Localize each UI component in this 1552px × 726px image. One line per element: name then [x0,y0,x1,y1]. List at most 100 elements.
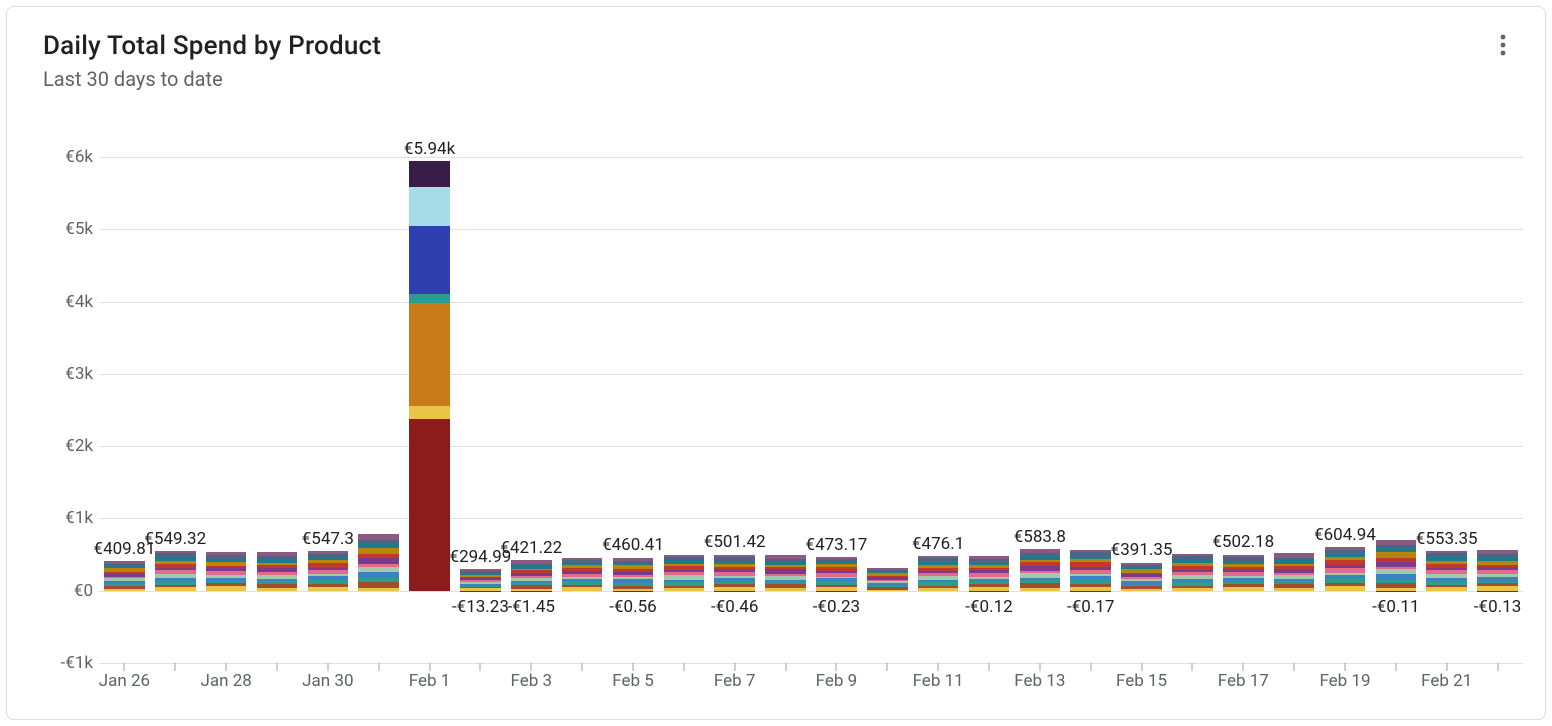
bar-top-label: €409.81 [94,539,156,559]
bar-column: €5.94k [404,157,455,663]
bar-positive-stack[interactable] [765,555,806,591]
bar-negative-stack[interactable] [1477,591,1518,592]
bar-column: €391.35 [1116,157,1167,663]
bar-column: €476.1 [913,157,964,663]
bar-bottom-label: -€0.12 [965,597,1012,617]
titles: Daily Total Spend by Product Last 30 day… [43,31,381,91]
bar-segment [409,294,450,303]
bar-top-label: €473.17 [806,535,868,555]
bar-positive-stack[interactable] [918,556,959,590]
bar-positive-stack[interactable] [155,551,196,591]
bar-segment [918,588,959,591]
x-tick-label: Feb 5 [612,671,654,691]
chart-subtitle: Last 30 days to date [43,67,381,91]
y-tick-label: €4k [65,292,93,312]
bar-segment [460,591,501,592]
bar-negative-stack[interactable] [460,591,501,592]
bar-segment [562,587,603,590]
bar-bottom-label: -€13.23 [452,597,509,617]
x-tick-label: Feb 3 [511,671,553,691]
bar-positive-stack[interactable] [613,557,654,590]
bar-negative-stack[interactable] [714,591,755,592]
bar-segment [765,588,806,590]
bar-negative-stack[interactable] [1376,591,1417,592]
bar-top-label: €502.18 [1212,532,1274,552]
bar-positive-stack[interactable] [969,556,1010,591]
bar-segment [969,591,1010,592]
more-options-button[interactable] [1489,31,1517,59]
bar-top-label: €460.41 [602,535,664,555]
bar-positive-stack[interactable] [1121,562,1162,590]
bar-negative-stack[interactable] [816,591,857,592]
bar-top-label: €421.22 [500,538,562,558]
bar-segment [409,226,450,295]
bar-top-label: €5.94k [404,139,455,159]
bar-segment [1376,591,1417,592]
bar-segment [358,588,399,591]
bar-positive-stack[interactable] [1172,554,1213,591]
x-tick-label: Feb 1 [409,671,451,691]
bar-positive-stack[interactable] [1376,540,1417,591]
bar-column [1269,157,1320,663]
bars-layer: €409.81€549.32€547.3€5.94k€294.99-€13.23… [99,157,1523,663]
bar-positive-stack[interactable] [1426,551,1467,591]
bar-segment [358,548,399,555]
bar-positive-stack[interactable] [308,551,349,591]
bar-positive-stack[interactable] [1020,549,1061,591]
bar-negative-stack[interactable] [1070,591,1111,592]
bar-top-label: €553.35 [1416,529,1478,549]
bar-positive-stack[interactable] [1477,550,1518,590]
bar-bottom-label: -€0.13 [1474,597,1521,617]
bar-positive-stack[interactable] [358,534,399,590]
bar-column: -€0.13 [1472,157,1523,663]
bar-column [557,157,608,663]
bar-column [252,157,303,663]
bar-positive-stack[interactable] [867,568,908,591]
bar-positive-stack[interactable] [1274,553,1315,591]
bar-column: €409.81 [99,157,150,663]
plot-area: -€1k€0€1k€2k€3k€4k€5k€6k €409.81€549.32€… [7,157,1545,697]
bar-column: €460.41-€0.56 [608,157,659,663]
bar-column: €421.22-€1.45 [506,157,557,663]
bar-top-label: €476.1 [912,534,964,554]
bar-negative-stack[interactable] [511,591,552,592]
bar-segment [206,586,247,590]
bar-segment [1223,587,1264,591]
bar-segment [1121,589,1162,590]
x-tick-label: Feb 7 [714,671,756,691]
bar-positive-stack[interactable] [1223,554,1264,590]
bar-negative-stack[interactable] [613,591,654,592]
x-tick-label: Feb 11 [913,671,964,691]
bar-positive-stack[interactable] [562,557,603,590]
bar-positive-stack[interactable] [1325,547,1366,591]
bar-column [862,157,913,663]
bar-positive-stack[interactable] [409,161,450,590]
bar-column: -€0.17 [1065,157,1116,663]
chart-title: Daily Total Spend by Product [43,31,381,61]
bar-positive-stack[interactable] [511,560,552,590]
bar-positive-stack[interactable] [664,555,705,591]
bar-positive-stack[interactable] [714,554,755,590]
bar-positive-stack[interactable] [816,557,857,591]
bar-column: €583.8 [1014,157,1065,663]
bar-negative-stack[interactable] [969,591,1010,592]
more-vert-icon [1500,34,1506,56]
bar-segment [613,591,654,592]
bar-positive-stack[interactable] [460,569,501,590]
bar-top-label: €501.42 [704,532,766,552]
bar-bottom-label: -€0.46 [711,597,758,617]
bar-column: €501.42-€0.46 [709,157,760,663]
bar-positive-stack[interactable] [257,552,298,591]
bar-segment [511,591,552,592]
bar-column [353,157,404,663]
bar-positive-stack[interactable] [1070,550,1111,591]
bar-segment [1274,588,1315,590]
bar-bottom-label: -€0.17 [1067,597,1114,617]
bar-positive-stack[interactable] [104,561,145,591]
y-tick-label: €6k [65,147,93,167]
x-tick-label: Jan 30 [302,671,353,691]
bar-column [658,157,709,663]
bar-column: €294.99-€13.23 [455,157,506,663]
x-tick-label: Jan 26 [99,671,150,691]
bar-positive-stack[interactable] [206,552,247,591]
